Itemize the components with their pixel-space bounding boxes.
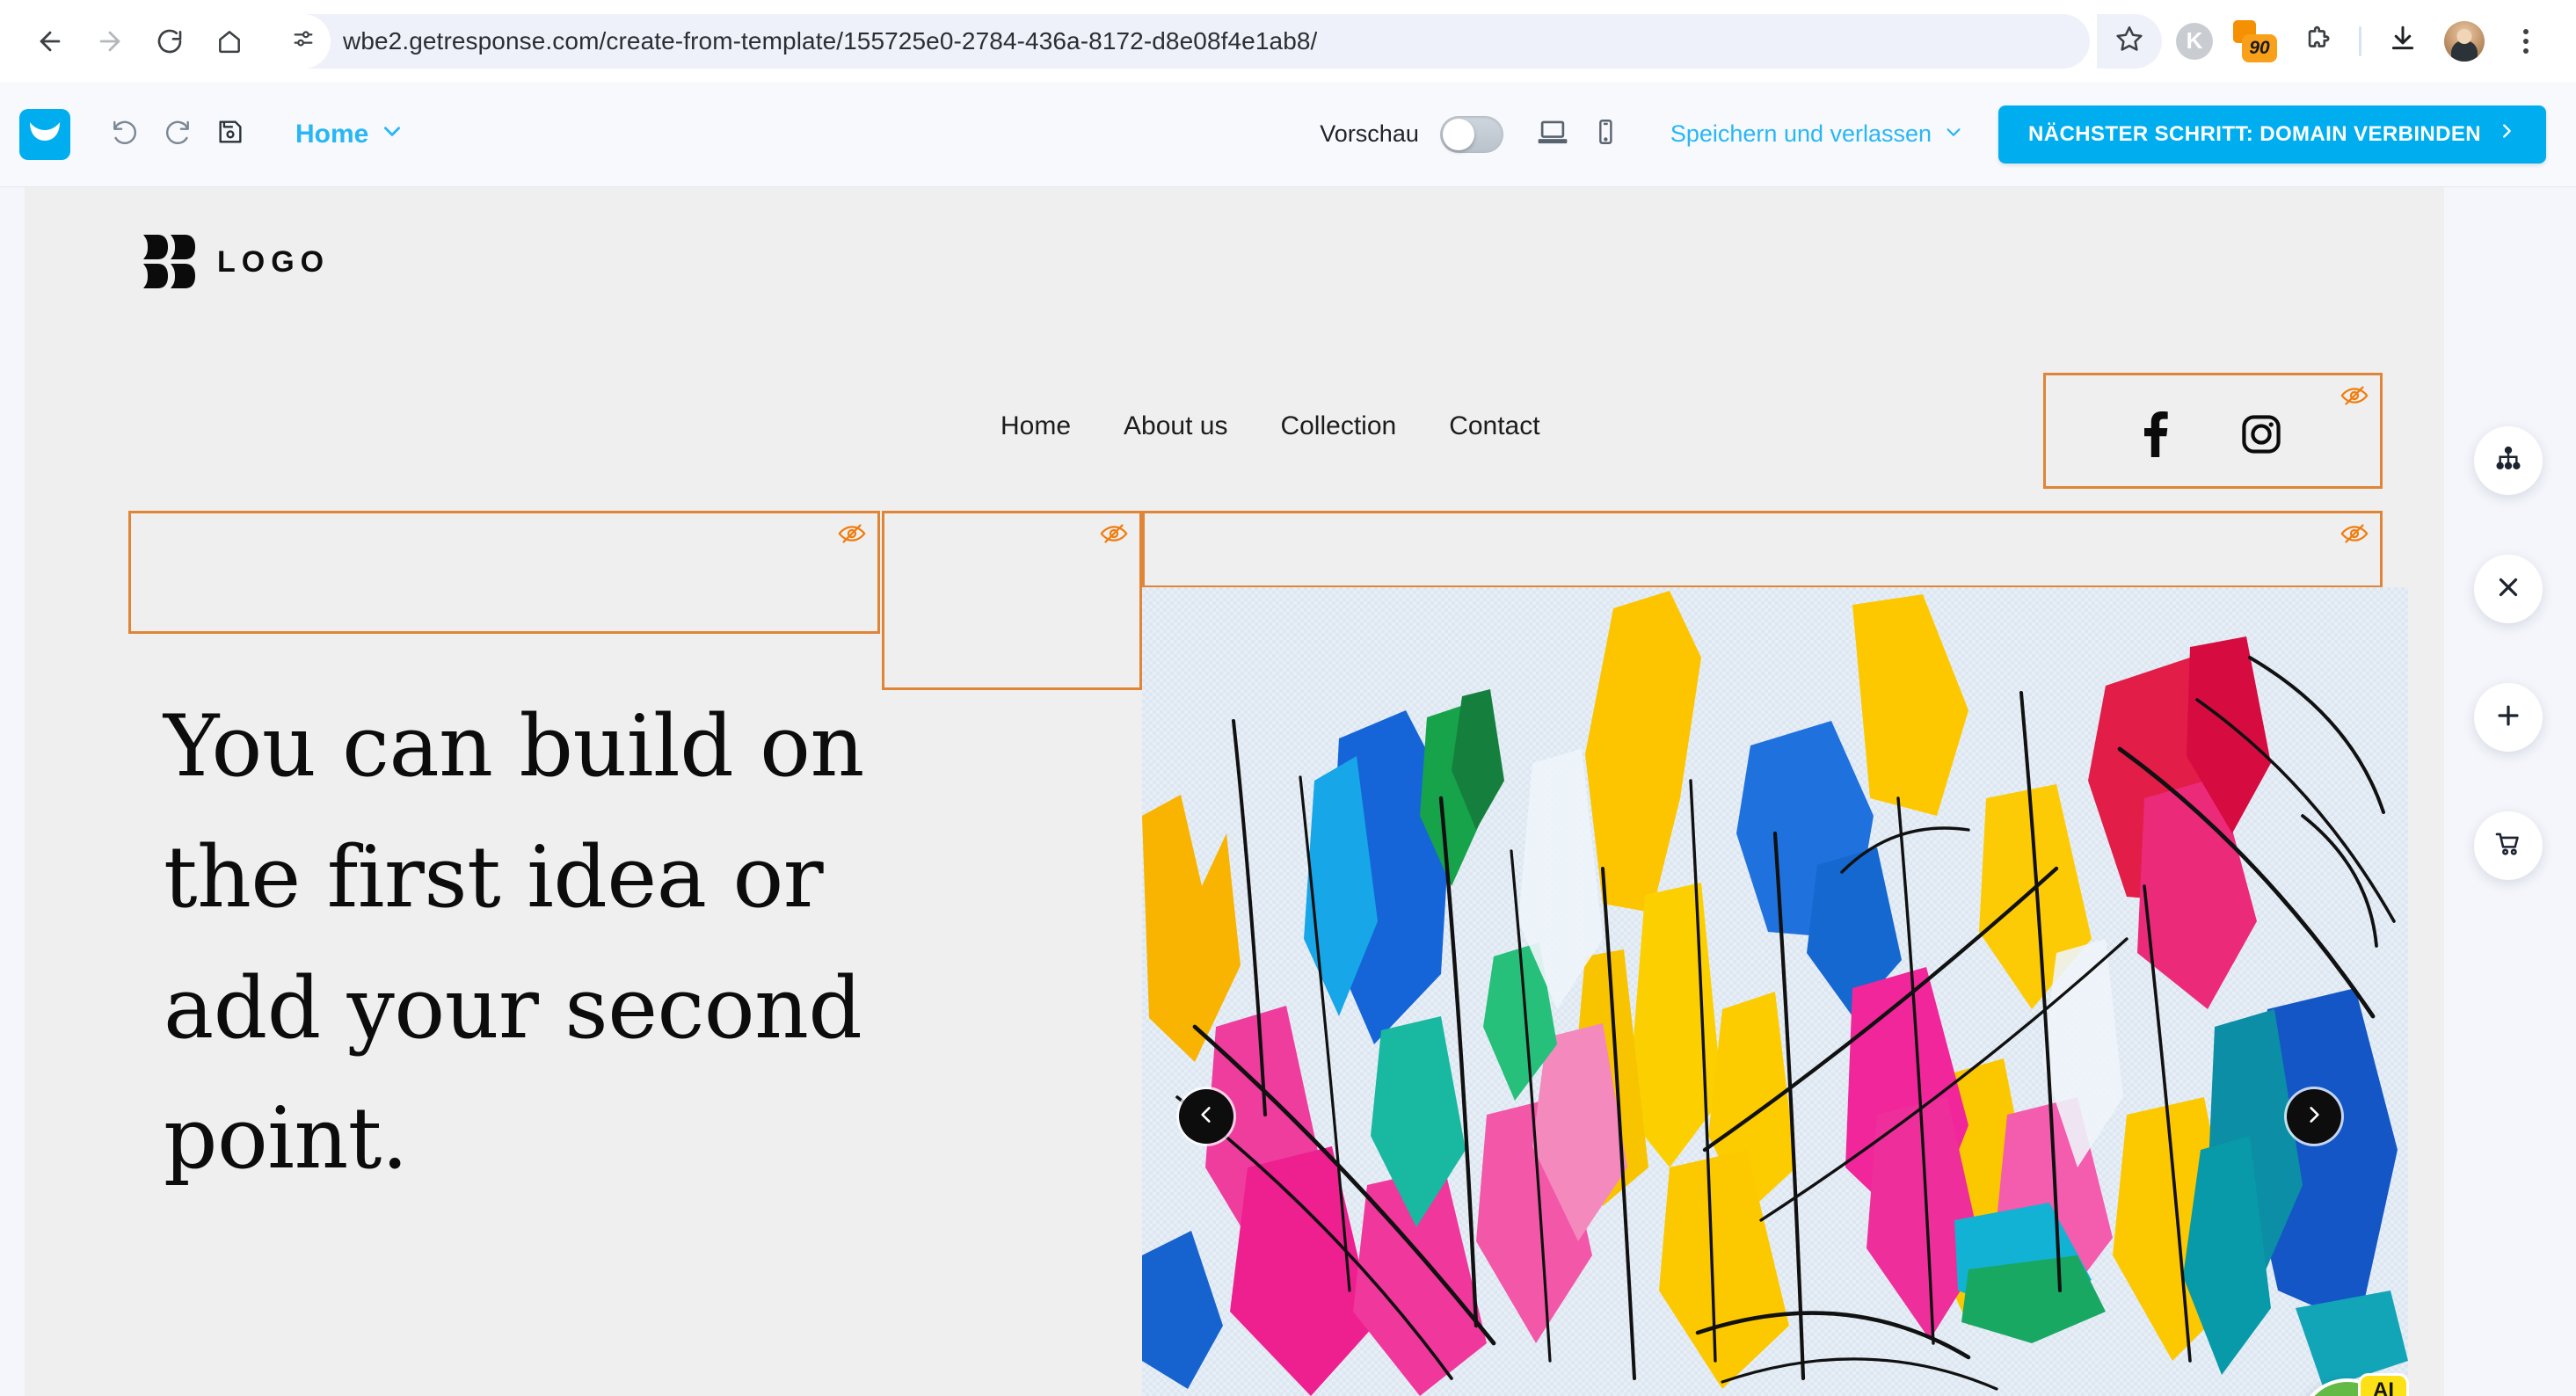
redo-button[interactable] <box>151 108 204 161</box>
site-settings-icon <box>291 26 316 55</box>
getresponse-logo <box>25 114 65 154</box>
save-and-exit-label: Speichern und verlassen <box>1670 120 1932 147</box>
instagram-icon[interactable] <box>2239 412 2283 461</box>
getresponse-logo-button[interactable] <box>19 108 70 160</box>
preview-toggle[interactable] <box>1439 115 1503 153</box>
site-logo-text: LOGO <box>217 244 331 279</box>
extensions-button[interactable] <box>2290 14 2345 69</box>
shopping-cart-icon <box>2493 829 2523 863</box>
downloads-button[interactable] <box>2376 14 2430 69</box>
toolbar-divider <box>2359 25 2361 56</box>
close-x-icon <box>2493 572 2523 607</box>
extension-badge-button[interactable]: 90 <box>2229 14 2283 69</box>
rail-close-button[interactable] <box>2474 555 2543 623</box>
desktop-view-button[interactable] <box>1526 108 1579 161</box>
bookmark-button[interactable] <box>2097 13 2162 69</box>
kebab-menu-icon <box>2523 28 2529 54</box>
puzzle-piece-icon <box>2303 24 2332 58</box>
hidden-block-left[interactable] <box>128 511 880 634</box>
extension-count-icon: 90 <box>2233 19 2279 62</box>
hero-heading[interactable]: You can build on the first idea or add y… <box>164 681 884 1204</box>
stacked-blocks-logo-icon <box>142 233 198 291</box>
editor-tool-rail <box>2474 426 2543 880</box>
browser-toolbar-right: K 90 <box>2167 14 2553 69</box>
floppy-save-icon <box>215 117 245 151</box>
editor-area: LOGO Home About us Collection Contact Yo… <box>0 187 2576 1396</box>
reload-button[interactable] <box>142 14 197 69</box>
eye-slash-icon[interactable] <box>2340 522 2369 545</box>
account-avatar-button[interactable] <box>2437 14 2492 69</box>
site-logo[interactable]: LOGO <box>142 233 330 291</box>
browser-menu-button[interactable] <box>2499 14 2553 69</box>
profile-k-button[interactable]: K <box>2167 14 2222 69</box>
mobile-view-button[interactable] <box>1579 108 1632 161</box>
nav-item-collection[interactable]: Collection <box>1280 411 1396 441</box>
facebook-icon[interactable] <box>2143 411 2169 462</box>
chevron-down-icon <box>381 120 404 149</box>
nav-item-contact[interactable]: Contact <box>1449 411 1539 441</box>
k-avatar-icon: K <box>2176 22 2213 60</box>
social-icon-row <box>2046 375 2380 486</box>
browser-toolbar: wbe2.getresponse.com/create-from-templat… <box>0 0 2576 82</box>
rail-sitemap-button[interactable] <box>2474 426 2543 495</box>
forward-button[interactable] <box>83 14 137 69</box>
back-arrow-icon <box>35 26 65 56</box>
back-button[interactable] <box>23 14 77 69</box>
chevron-left-icon <box>1195 1103 1218 1131</box>
reload-icon <box>156 27 184 55</box>
eye-slash-icon[interactable] <box>1099 522 1129 545</box>
chevron-right-icon <box>2497 121 2516 147</box>
preview-label: Vorschau <box>1320 120 1419 147</box>
carousel-next-button[interactable] <box>2287 1089 2341 1144</box>
toggle-knob <box>1442 118 1474 150</box>
chevron-down-icon <box>1944 120 1963 148</box>
next-step-connect-domain-button[interactable]: NÄCHSTER SCHRITT: DOMAIN VERBINDEN <box>1998 105 2546 164</box>
cta-label: NÄCHSTER SCHRITT: DOMAIN VERBINDEN <box>2028 121 2481 146</box>
abstract-painting-artwork <box>1142 587 2408 1396</box>
redo-icon <box>162 116 193 152</box>
address-bar[interactable]: wbe2.getresponse.com/create-from-templat… <box>276 13 2090 69</box>
home-button[interactable] <box>202 14 257 69</box>
mobile-view-icon <box>1590 117 1620 151</box>
rail-add-button[interactable] <box>2474 683 2543 752</box>
rail-cart-button[interactable] <box>2474 811 2543 880</box>
hero-image[interactable] <box>1142 587 2408 1396</box>
carousel-prev-button[interactable] <box>1179 1089 1233 1144</box>
save-and-exit-button[interactable]: Speichern und verlassen <box>1670 120 1963 148</box>
site-navigation: Home About us Collection Contact <box>1001 411 1540 441</box>
editor-toolbar: Home Vorschau Speichern und verlassen NÄ… <box>0 82 2576 187</box>
page-canvas[interactable]: LOGO Home About us Collection Contact Yo… <box>25 187 2444 1396</box>
eye-slash-icon[interactable] <box>837 522 867 545</box>
url-text[interactable]: wbe2.getresponse.com/create-from-templat… <box>331 27 1317 55</box>
undo-button[interactable] <box>98 108 151 161</box>
star-icon <box>2114 24 2144 58</box>
hidden-block-social[interactable] <box>2043 373 2383 489</box>
plus-add-icon <box>2493 701 2523 735</box>
site-header <box>25 187 2444 348</box>
page-selector[interactable]: Home <box>295 120 404 149</box>
chevron-right-icon <box>2303 1103 2325 1131</box>
page-selector-label: Home <box>295 119 369 149</box>
forward-arrow-icon <box>95 26 125 56</box>
ai-badge: AI <box>2358 1373 2409 1396</box>
undo-icon <box>109 116 141 152</box>
desktop-view-icon <box>1536 115 1569 153</box>
sitemap-icon <box>2493 444 2523 478</box>
home-icon <box>215 27 244 55</box>
site-info-button[interactable] <box>276 13 331 69</box>
download-icon <box>2388 24 2418 58</box>
nav-item-home[interactable]: Home <box>1001 411 1071 441</box>
save-button[interactable] <box>204 108 257 161</box>
profile-avatar <box>2444 20 2485 62</box>
nav-item-about-us[interactable]: About us <box>1124 411 1227 441</box>
extension-count-label: 90 <box>2242 33 2277 62</box>
hidden-block-middle[interactable] <box>882 511 1142 690</box>
hidden-block-right[interactable] <box>1142 511 2383 588</box>
